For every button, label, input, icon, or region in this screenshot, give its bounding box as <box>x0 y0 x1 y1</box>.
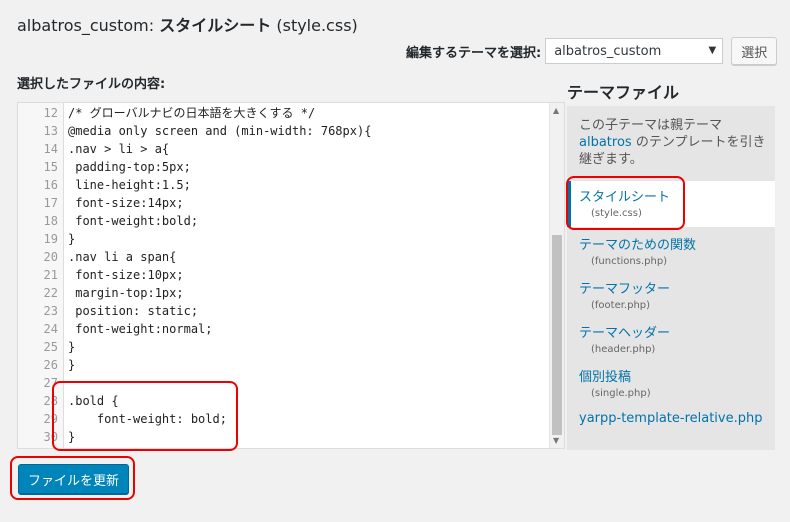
file-item-footer[interactable]: テーマフッター (footer.php) <box>579 278 769 311</box>
line-number: 12 <box>43 106 58 120</box>
file-name: yarpp-template-relative.php <box>579 411 763 426</box>
file-name: テーマのための関数 <box>579 238 697 253</box>
code-line: 19} <box>18 230 550 248</box>
code-line: 20 .nav li a span{ <box>18 248 550 266</box>
annotation-code-highlight <box>52 381 238 451</box>
file-filename: (single.php) <box>591 388 651 399</box>
theme-select-value: albatros_custom <box>554 43 662 59</box>
page-title: albatros_custom: スタイルシート (style.css) <box>17 12 358 36</box>
parent-theme-link[interactable]: albatros <box>579 135 632 150</box>
code-line: 26} <box>18 356 550 374</box>
code-text: font-size:14px; <box>68 196 184 210</box>
line-number: 19 <box>43 232 58 246</box>
file-item-yarpp-template[interactable]: yarpp-template-relative.php <box>579 411 769 426</box>
line-number: 14 <box>43 142 58 156</box>
annotation-button-highlight <box>10 456 135 500</box>
code-line: 18 font-weight:bold; <box>18 212 550 230</box>
code-line: 23 position: static; <box>18 302 550 320</box>
sidebar-description: この子テーマは親テーマ albatros のテンプレートを引き継ぎます。 <box>579 117 769 168</box>
code-text: padding-top:5px; <box>68 160 191 174</box>
file-item-single[interactable]: 個別投稿 (single.php) <box>579 366 769 399</box>
editor-scrollbar[interactable]: ▲ ▼ <box>549 103 564 448</box>
code-text: } <box>68 358 76 372</box>
editor-label: 選択したファイルの内容: <box>17 77 166 92</box>
file-item-functions[interactable]: テーマのための関数 (functions.php) <box>579 234 769 267</box>
code-line: 17 font-size:14px; <box>18 194 550 212</box>
code-text: font-weight:normal; <box>68 322 213 336</box>
line-number: 20 <box>43 250 58 264</box>
file-name: テーマフッター <box>579 282 671 297</box>
file-filename: (functions.php) <box>591 256 668 267</box>
line-number: 17 <box>43 196 58 210</box>
file-name: テーマヘッダー <box>579 326 671 341</box>
line-number: 25 <box>43 340 58 354</box>
code-line: 21 font-size:10px; <box>18 266 550 284</box>
annotation-file-highlight <box>566 176 685 230</box>
line-number: 21 <box>43 268 58 282</box>
code-line: 22 margin-top:1px; <box>18 284 550 302</box>
sidebar-desc-text: この子テーマは親テーマ <box>579 118 723 133</box>
code-line: 25} <box>18 338 550 356</box>
file-filename: (header.php) <box>591 344 656 355</box>
code-text: @media only screen and (min-width: 768px… <box>68 124 372 138</box>
code-line: 16 line-height:1.5; <box>18 176 550 194</box>
line-number: 18 <box>43 214 58 228</box>
page-title-file: スタイルシート <box>159 16 272 35</box>
file-name: 個別投稿 <box>579 370 632 385</box>
line-number: 22 <box>43 286 58 300</box>
code-line: 12 /* グローバルナビの日本語を大きくする */ <box>18 104 550 122</box>
code-line: 15 padding-top:5px; <box>18 158 550 176</box>
select-theme-button[interactable]: 選択 <box>731 37 778 65</box>
scroll-down-icon[interactable]: ▼ <box>553 436 559 445</box>
code-text: font-weight:bold; <box>68 214 199 228</box>
code-text: /* グローバルナビの日本語を大きくする */ <box>68 106 316 120</box>
scroll-thumb[interactable] <box>552 235 562 435</box>
line-number: 24 <box>43 322 58 336</box>
code-line: 13 @media only screen and (min-width: 768… <box>18 122 550 140</box>
line-number: 16 <box>43 178 58 192</box>
code-line: 14 .nav > li > a{ <box>18 140 550 158</box>
code-text: line-height:1.5; <box>68 178 191 192</box>
line-number: 23 <box>43 304 58 318</box>
code-text: } <box>68 340 76 354</box>
line-number: 26 <box>43 358 58 372</box>
scroll-up-icon[interactable]: ▲ <box>553 106 559 115</box>
dropdown-arrow-icon: ▼ <box>708 45 717 56</box>
sidebar-title: テーマファイル <box>567 83 680 102</box>
theme-select-dropdown[interactable]: albatros_custom ▼ <box>545 38 724 64</box>
theme-select-row: 編集するテーマを選択: albatros_custom ▼ 選択 <box>406 37 778 65</box>
page-title-theme: albatros_custom: <box>17 16 155 35</box>
line-number: 13 <box>43 124 58 138</box>
code-text: position: static; <box>68 304 199 318</box>
code-text: font-size:10px; <box>68 268 184 282</box>
code-text: } <box>68 232 76 246</box>
line-number: 15 <box>43 160 58 174</box>
code-text: .nav > li > a{ <box>68 142 170 156</box>
theme-select-label: 編集するテーマを選択: <box>406 45 542 61</box>
file-item-header[interactable]: テーマヘッダー (header.php) <box>579 322 769 355</box>
code-line: 24 font-weight:normal; <box>18 320 550 338</box>
code-text: margin-top:1px; <box>68 286 184 300</box>
page-title-filename: (style.css) <box>276 16 358 35</box>
file-filename: (footer.php) <box>591 300 651 311</box>
code-text: .nav li a span{ <box>68 250 177 264</box>
